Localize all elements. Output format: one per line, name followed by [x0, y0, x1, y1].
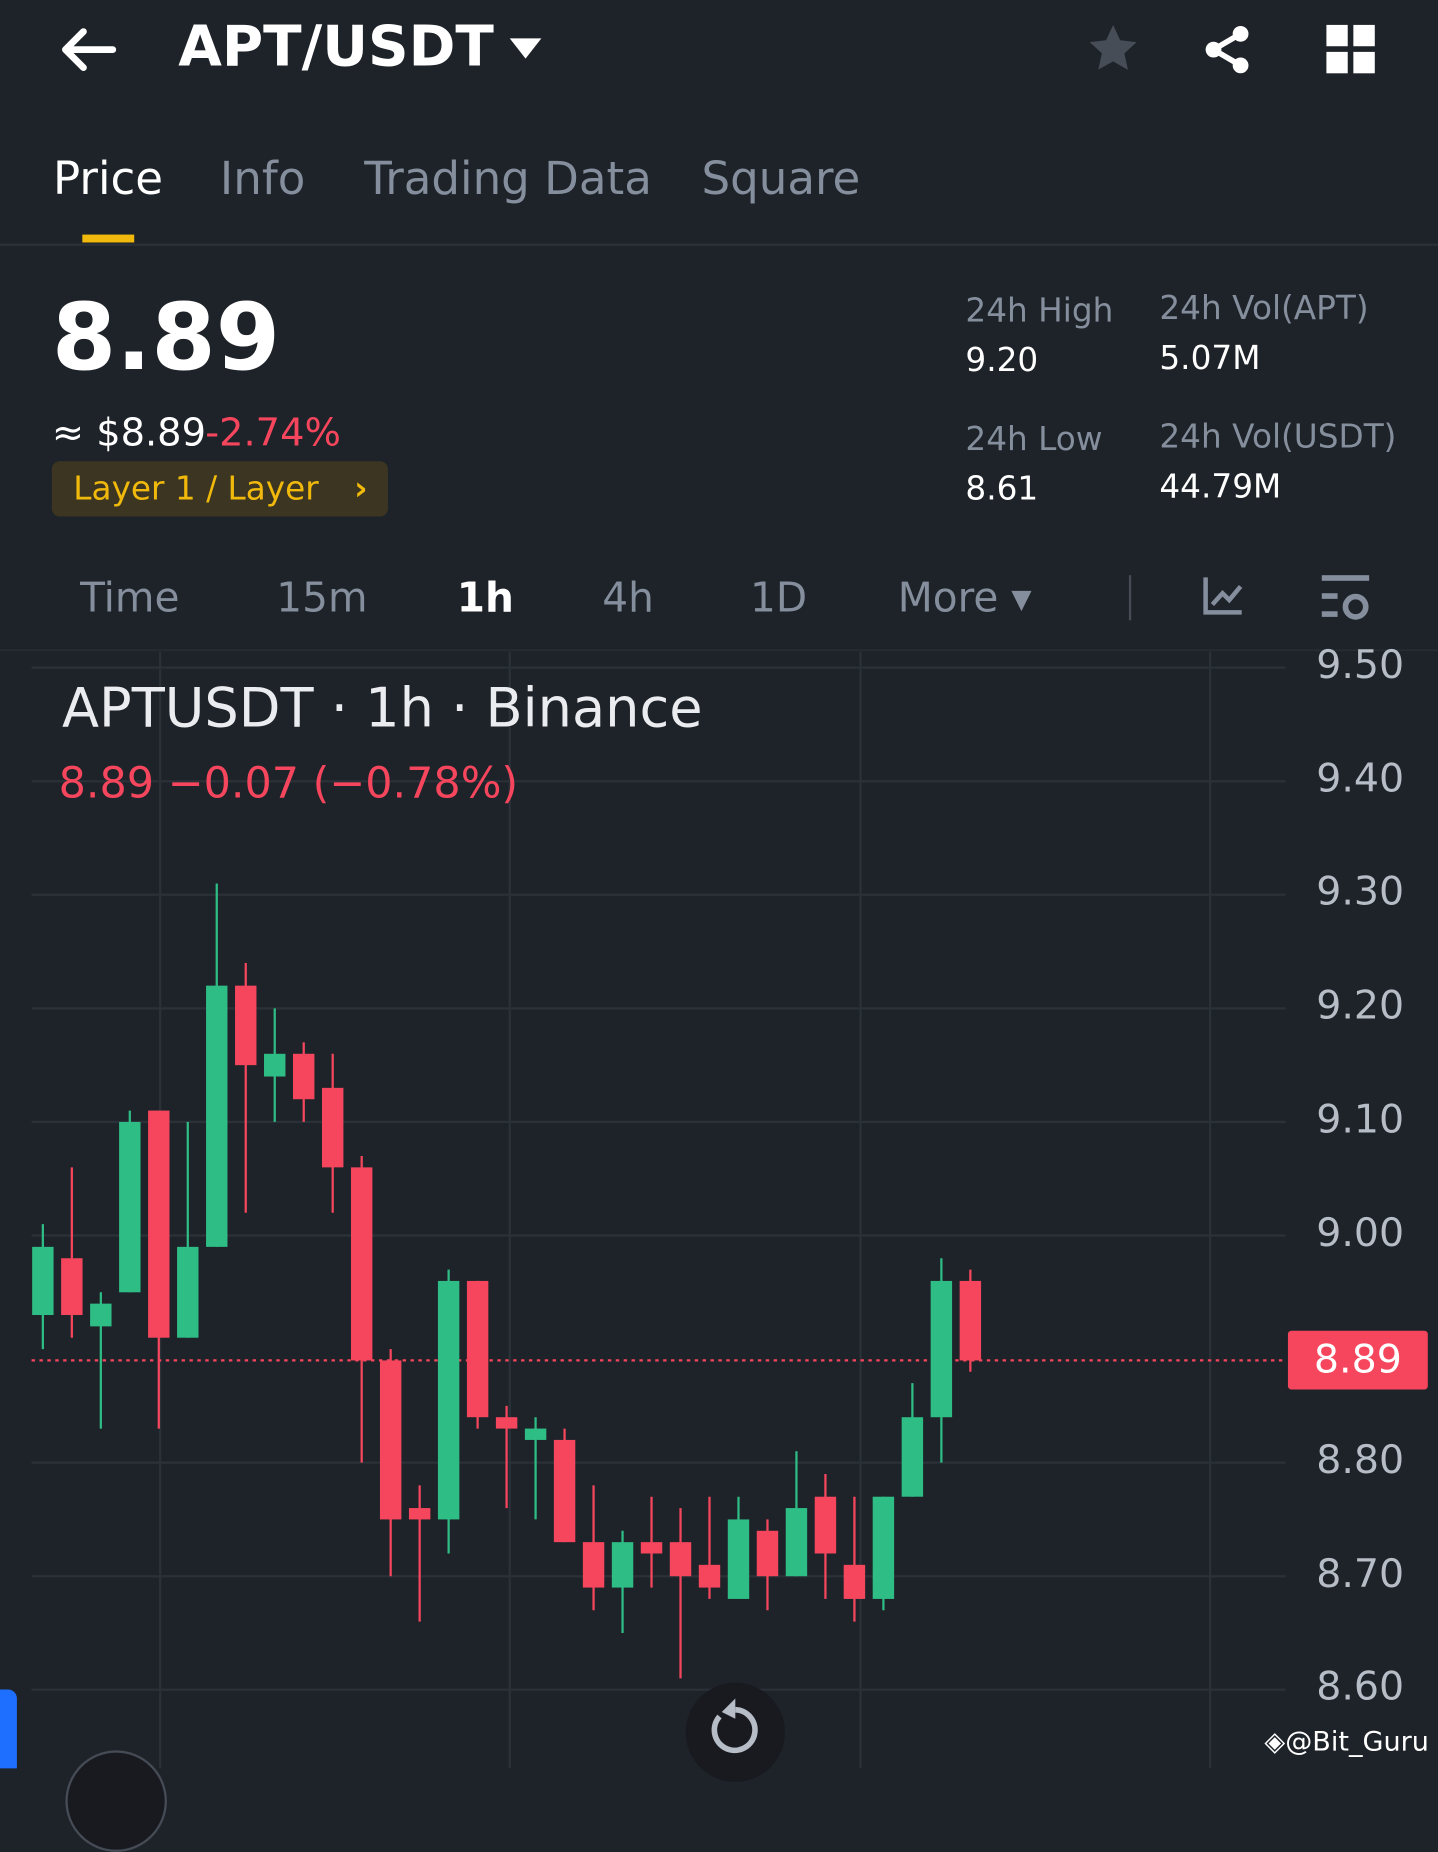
candle-up — [611, 1542, 634, 1588]
candle-up — [90, 1303, 112, 1327]
y-axis-tick: 9.00 — [1316, 1210, 1405, 1256]
candle-up — [727, 1519, 750, 1599]
refresh-icon — [711, 1698, 758, 1754]
y-axis-tick: 9.30 — [1316, 869, 1405, 916]
y-axis-tick: 8.80 — [1316, 1437, 1405, 1483]
y-axis-tick: 8.60 — [1316, 1664, 1405, 1711]
app-screen: APT/USDT Price Info Trading Data Square … — [0, 0, 1438, 1852]
candle-down — [148, 1110, 170, 1338]
candle-down — [640, 1542, 663, 1554]
candle-up — [524, 1428, 547, 1440]
floating-button[interactable] — [65, 1750, 167, 1852]
candle-down — [408, 1508, 431, 1520]
candle-down — [379, 1360, 402, 1520]
candle-down — [669, 1542, 692, 1577]
watermark: ◈@Bit_Guru — [1264, 1725, 1429, 1758]
candle-down — [756, 1530, 779, 1577]
candle-down — [553, 1439, 576, 1543]
candle-down — [350, 1167, 373, 1361]
candle-down — [495, 1417, 518, 1429]
candlestick-chart[interactable] — [0, 0, 1438, 1769]
candle-down — [293, 1053, 315, 1100]
y-axis-tick: 9.40 — [1316, 756, 1405, 802]
chart-summary: 8.89 −0.07 (−0.78%) — [58, 757, 519, 808]
side-tab[interactable] — [0, 1689, 17, 1769]
candle-down — [321, 1087, 344, 1168]
candle-up — [872, 1496, 895, 1599]
last-price-label: 8.89 — [1287, 1330, 1428, 1390]
candle-up — [177, 1246, 199, 1338]
y-axis-tick: 8.70 — [1316, 1551, 1405, 1597]
y-axis-tick: 9.20 — [1316, 983, 1405, 1029]
candle-up — [901, 1417, 924, 1497]
y-axis-tick: 9.50 — [1316, 642, 1405, 688]
y-axis-tick: 9.10 — [1316, 1097, 1405, 1143]
candle-down — [61, 1258, 83, 1316]
reset-chart-button[interactable] — [685, 1682, 785, 1782]
candle-down — [466, 1280, 489, 1418]
candle-down — [582, 1542, 605, 1588]
candle-up — [437, 1280, 460, 1520]
candle-up — [785, 1508, 808, 1577]
candle-up — [264, 1053, 286, 1077]
candle-up — [119, 1121, 141, 1293]
chart-title: APTUSDT · 1h · Binance — [62, 676, 703, 740]
watermark-text: @Bit_Guru — [1285, 1725, 1429, 1758]
candle-up — [32, 1246, 54, 1316]
candle-down — [843, 1564, 866, 1599]
candle-up — [930, 1280, 953, 1418]
candle-down — [698, 1564, 721, 1588]
candle-down — [235, 985, 257, 1066]
candle-down — [814, 1496, 837, 1554]
candle-down — [959, 1280, 982, 1361]
candle-up — [206, 985, 228, 1247]
